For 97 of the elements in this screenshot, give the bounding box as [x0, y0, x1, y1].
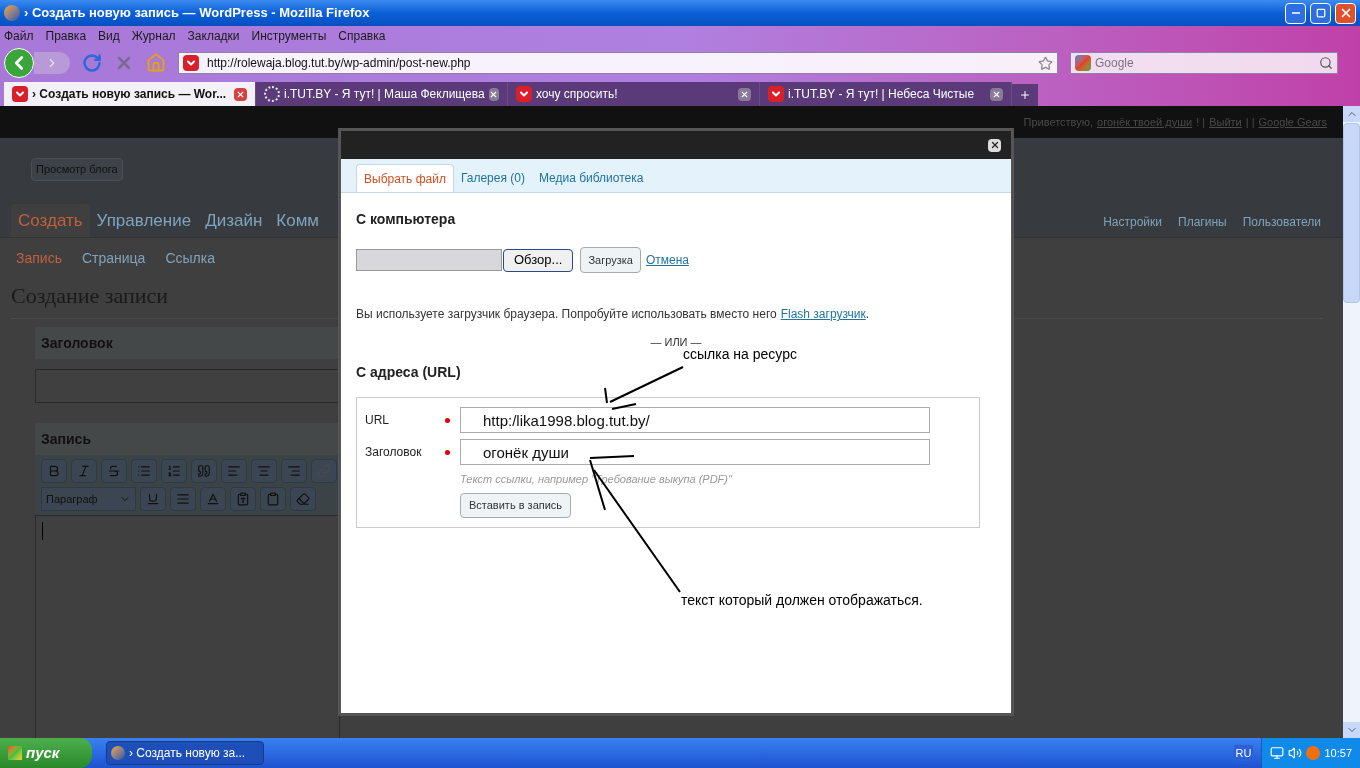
menu-item[interactable]: Правка [45, 27, 87, 45]
close-icon[interactable] [988, 138, 1001, 152]
plus-icon [1019, 89, 1031, 101]
scrollbar[interactable] [1343, 106, 1360, 738]
tab-close-icon[interactable] [738, 87, 751, 101]
shield-icon [12, 86, 28, 102]
shield-icon [183, 55, 199, 71]
text-input[interactable]: http:/lika1998.blog.tut.by/ [460, 407, 930, 433]
user-bar-text: Приветствую, [1023, 114, 1093, 130]
editor-area[interactable] [35, 515, 340, 738]
browser-tab[interactable]: i.TUT.BY - Я тут! | Небеса Чистые [760, 82, 1012, 106]
restore-button[interactable] [1310, 2, 1331, 24]
new-tab-button[interactable] [1012, 84, 1038, 106]
title-box-header: Заголовок [35, 327, 340, 359]
main-nav-tab[interactable]: Управление [89, 203, 199, 237]
annotation-text: текст который должен отображаться. [681, 591, 923, 610]
cancel-link[interactable]: Отмена [645, 251, 689, 269]
quote-icon[interactable] [191, 459, 217, 483]
user-bar-text: | | [1245, 114, 1255, 130]
main-nav-tab[interactable]: Дизайн [198, 203, 270, 237]
upload-button[interactable]: Загрузка [580, 247, 641, 273]
paste-text-icon[interactable] [230, 487, 256, 511]
close-button[interactable] [1335, 2, 1356, 24]
main-nav-tab[interactable]: Комм [269, 203, 326, 237]
justify-icon[interactable] [170, 487, 196, 511]
search-engine-icon [1075, 55, 1091, 71]
taskbar-task[interactable]: › Создать новую за... [106, 741, 264, 765]
forward-button[interactable] [34, 52, 70, 74]
paste-icon[interactable] [260, 487, 286, 511]
browser-tab[interactable]: i.TUT.BY - Я тут! | Маша Феклищева [256, 82, 508, 106]
window-title: › Создать новую запись — WordPress - Mozilla Firefox [24, 4, 371, 23]
shield-icon [768, 86, 784, 102]
browser-logo-icon [4, 5, 20, 21]
bold-icon[interactable] [41, 459, 67, 483]
link-icon[interactable] [311, 459, 337, 483]
or-divider: — ИЛИ — [650, 337, 702, 348]
menu-item[interactable]: Справка [338, 27, 386, 45]
volume-icon[interactable] [1288, 746, 1303, 760]
settings-nav-link[interactable]: Настройки [1103, 213, 1163, 231]
start-button[interactable]: пуск [0, 738, 92, 768]
section-heading: С компьютера [356, 210, 457, 229]
annotation-text: ссылка на ресурс [683, 347, 797, 361]
numbered-list-icon[interactable] [161, 459, 187, 483]
media-tab[interactable]: Выбрать файл [356, 164, 454, 192]
field-label: URL [365, 412, 390, 429]
section-heading: С адреса (URL) [356, 363, 461, 382]
address-field[interactable]: http://rolewaja.blog.tut.by/wp-admin/post-new.php [178, 52, 1058, 74]
minimize-button[interactable] [1285, 2, 1306, 24]
underline-icon[interactable] [140, 487, 166, 511]
text-input[interactable]: огонёк души [460, 439, 930, 465]
loading-icon [264, 86, 280, 102]
search-input[interactable]: Google [1095, 54, 1315, 72]
home-icon[interactable] [146, 53, 166, 73]
windows-flag-icon [8, 746, 22, 760]
text-cursor [42, 522, 43, 540]
insert-button[interactable]: Вставить в запись [460, 492, 572, 518]
post-box-header: Запись [35, 423, 340, 455]
back-button[interactable] [4, 48, 34, 78]
menu-item[interactable]: Файл [4, 27, 34, 45]
file-input[interactable] [356, 249, 502, 271]
browser-tab[interactable]: › Создать новую запись — Wor... [4, 82, 256, 106]
align-left-icon[interactable] [221, 459, 247, 483]
sub-nav-link[interactable]: Ссылка [165, 248, 215, 269]
restore-icon [1315, 8, 1326, 18]
eraser-icon[interactable] [290, 487, 316, 511]
shield-icon [516, 86, 532, 102]
tab-close-icon[interactable] [488, 87, 499, 101]
strikethrough-icon[interactable] [101, 459, 127, 483]
align-right-icon[interactable] [281, 459, 307, 483]
align-center-icon[interactable] [251, 459, 277, 483]
menu-item[interactable]: Вид [98, 27, 120, 45]
sub-nav-link[interactable]: Страница [81, 248, 146, 269]
menu-item[interactable]: Инструменты [251, 27, 327, 45]
settings-nav-link[interactable]: Пользователи [1242, 213, 1321, 231]
network-icon[interactable] [1270, 746, 1285, 760]
media-tab[interactable]: Медиа библиотека [531, 164, 651, 192]
italic-icon[interactable] [71, 459, 97, 483]
settings-nav-link[interactable]: Плагины [1178, 213, 1227, 231]
browser-logo-icon [111, 746, 125, 760]
text-color-icon[interactable] [200, 487, 226, 511]
search-icon[interactable] [1319, 56, 1333, 70]
browse-button[interactable]: Обзор... [503, 248, 574, 272]
tab-close-icon[interactable] [990, 87, 1003, 101]
media-tab[interactable]: Галерея (0) [453, 164, 532, 192]
bullet-list-icon[interactable] [131, 459, 157, 483]
reload-icon[interactable] [82, 53, 102, 73]
clock: 10:57 [1324, 745, 1352, 761]
language-indicator[interactable]: RU [1233, 744, 1254, 762]
search-field[interactable]: Google [1070, 52, 1338, 74]
browser-tab[interactable]: хочу спросить! [508, 82, 760, 106]
tab-close-icon[interactable] [234, 87, 247, 101]
title-input[interactable] [35, 369, 340, 403]
menu-item[interactable]: Закладки [187, 27, 240, 45]
menu-item[interactable]: Журнал [131, 27, 176, 45]
user-bar-text: ! | [1196, 114, 1206, 130]
field-label: Заголовок [365, 444, 423, 461]
star-icon[interactable] [1038, 55, 1053, 71]
